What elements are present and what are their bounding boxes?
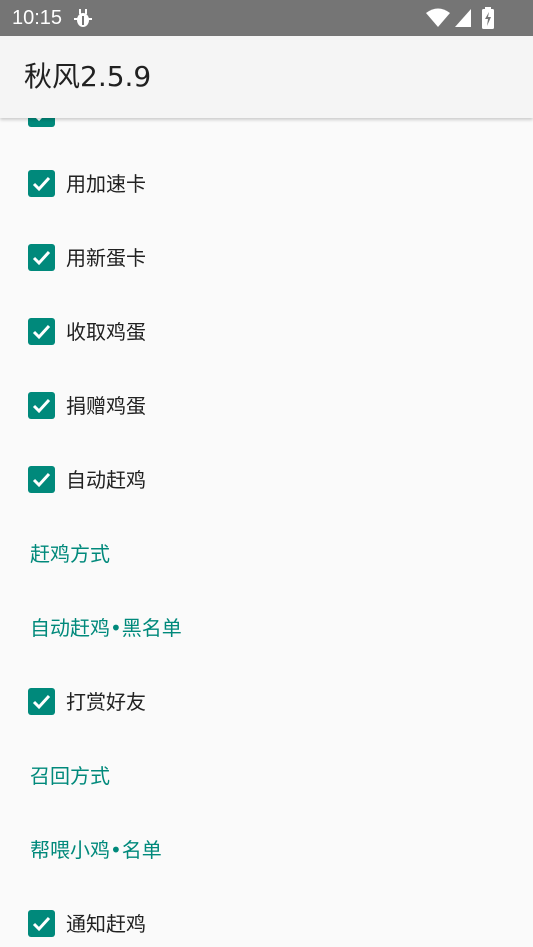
status-bar: 10:15 xyxy=(0,0,533,36)
setting-label: 自动赶鸡 xyxy=(66,468,146,492)
checkbox-checked[interactable] xyxy=(28,170,55,197)
wifi-icon xyxy=(426,8,450,27)
app-title: 秋风2.5.9 xyxy=(24,60,152,93)
setting-row-auto-chase[interactable]: 自动赶鸡 xyxy=(0,442,533,516)
check-icon xyxy=(32,694,51,710)
signal-icon xyxy=(455,9,471,27)
check-icon xyxy=(32,324,51,340)
checkbox-checked[interactable] xyxy=(28,318,55,345)
setting-link-label: 召回方式 xyxy=(30,764,110,788)
checkbox-checked[interactable] xyxy=(28,688,55,715)
setting-row-notify-chase[interactable]: 通知赶鸡 xyxy=(0,886,533,947)
setting-link-chase-mode[interactable]: 赶鸡方式 xyxy=(0,516,533,590)
setting-label: 用新蛋卡 xyxy=(66,246,146,270)
setting-label: 收取鸡蛋 xyxy=(66,320,146,344)
checkbox-checked[interactable] xyxy=(28,466,55,493)
setting-row-reward-friends[interactable]: 打赏好友 xyxy=(0,664,533,738)
status-icons xyxy=(425,7,495,29)
checkbox-checked[interactable] xyxy=(28,392,55,419)
setting-label: 捐赠鸡蛋 xyxy=(66,394,146,418)
check-icon xyxy=(35,118,42,122)
setting-row-collect-eggs[interactable]: 收取鸡蛋 xyxy=(0,294,533,368)
setting-label: 用加速卡 xyxy=(66,172,146,196)
checkbox-checked[interactable] xyxy=(28,244,55,271)
check-icon xyxy=(32,916,51,932)
setting-label: 打赏好友 xyxy=(66,690,146,714)
setting-link-recall-mode[interactable]: 召回方式 xyxy=(0,738,533,812)
setting-label: 通知赶鸡 xyxy=(66,912,146,936)
checkbox-checked[interactable] xyxy=(28,910,55,937)
check-icon xyxy=(32,472,51,488)
check-icon xyxy=(32,398,51,414)
checkbox-checked[interactable] xyxy=(28,118,55,127)
check-icon xyxy=(32,250,51,266)
setting-link-feed-list[interactable]: 帮喂小鸡•名单 xyxy=(0,812,533,886)
setting-link-label: 自动赶鸡•黑名单 xyxy=(30,616,182,640)
bug-icon xyxy=(72,7,94,29)
setting-link-label: 赶鸡方式 xyxy=(30,542,110,566)
battery-charging-icon xyxy=(482,7,494,29)
setting-link-label: 帮喂小鸡•名单 xyxy=(30,838,162,862)
setting-row-use-speed-card[interactable]: 用加速卡 xyxy=(0,146,533,220)
check-icon xyxy=(32,176,51,192)
setting-row-use-new-egg-card[interactable]: 用新蛋卡 xyxy=(0,220,533,294)
setting-row-donate-eggs[interactable]: 捐赠鸡蛋 xyxy=(0,368,533,442)
settings-list[interactable]: 用加速卡 用新蛋卡 收取鸡蛋 捐赠鸡蛋 自动赶鸡 赶鸡方式 自动赶鸡•黑名单 打… xyxy=(0,118,533,947)
app-bar: 秋风2.5.9 xyxy=(0,36,533,118)
status-time: 10:15 xyxy=(12,7,63,29)
setting-link-chase-blacklist[interactable]: 自动赶鸡•黑名单 xyxy=(0,590,533,664)
